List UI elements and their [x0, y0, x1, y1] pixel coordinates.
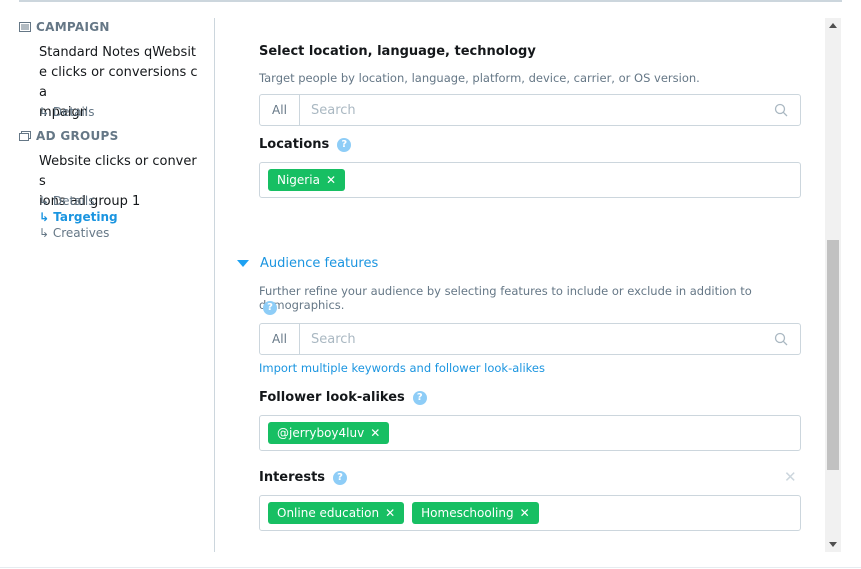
help-icon[interactable]: ?	[263, 301, 277, 315]
scroll-up-arrow-icon[interactable]	[829, 23, 837, 28]
location-tag: Nigeria ✕	[268, 169, 345, 191]
interests-label: Interests ?	[259, 470, 348, 485]
locations-label: Locations ?	[259, 137, 352, 152]
campaign-details-link[interactable]: ↳ Details	[39, 104, 94, 120]
interest-tag: Homeschooling ✕	[412, 502, 539, 524]
help-icon[interactable]: ?	[333, 470, 348, 485]
remove-tag-icon[interactable]: ✕	[520, 506, 530, 520]
interest-tag: Online education ✕	[268, 502, 405, 524]
help-icon[interactable]: ?	[337, 137, 352, 152]
remove-tag-icon[interactable]: ✕	[370, 426, 380, 440]
follower-tag: @jerryboy4luv ✕	[268, 422, 390, 444]
search-icon	[774, 103, 788, 117]
location-search-input[interactable]: Search	[300, 103, 774, 118]
campaign-heading-label: CAMPAIGN	[36, 20, 110, 34]
search-icon	[774, 332, 788, 346]
location-section-title: Select location, language, technology	[259, 44, 536, 59]
follower-lookalikes-label: Follower look-alikes ?	[259, 390, 427, 405]
remove-tag-icon[interactable]: ✕	[326, 173, 336, 187]
scrollbar-thumb[interactable]	[827, 240, 839, 470]
adgroup-creatives-link[interactable]: ↳ Creatives	[39, 225, 109, 241]
adgroups-heading: AD GROUPS	[19, 129, 119, 143]
interests-tag-field[interactable]: Online education ✕ Homeschooling ✕	[259, 495, 801, 531]
adgroup-details-link[interactable]: ↳ Details	[39, 193, 94, 209]
vertical-scrollbar[interactable]	[825, 18, 841, 552]
interests-label-text: Interests	[259, 470, 326, 485]
audience-search-scope[interactable]: All	[260, 324, 300, 354]
locations-tag-field[interactable]: Nigeria ✕	[259, 162, 801, 198]
adgroups-heading-label: AD GROUPS	[36, 129, 119, 143]
locations-label-text: Locations	[259, 137, 330, 152]
adgroup-name-line: Website clicks or convers	[39, 154, 197, 189]
targeting-panel: Select location, language, technology Ta…	[215, 0, 825, 569]
location-search-scope[interactable]: All	[260, 95, 300, 125]
import-keywords-link[interactable]: Import multiple keywords and follower lo…	[259, 361, 545, 375]
location-tag-label: Nigeria	[277, 173, 320, 187]
scroll-down-arrow-icon[interactable]	[829, 542, 837, 547]
caret-down-icon	[237, 260, 249, 267]
campaign-name-line: e clicks or conversions ca	[39, 65, 198, 100]
follower-tag-label: @jerryboy4luv	[277, 426, 365, 440]
audience-search-input[interactable]: Search	[300, 332, 774, 347]
clear-interests-icon[interactable]: ✕	[784, 468, 797, 486]
interest-tag-label: Homeschooling	[421, 506, 514, 520]
campaign-heading: CAMPAIGN	[19, 20, 110, 34]
location-section-description: Target people by location, language, pla…	[259, 71, 700, 85]
bottom-border	[0, 567, 861, 568]
follower-lookalikes-tag-field[interactable]: @jerryboy4luv ✕	[259, 415, 801, 451]
ad-groups-icon	[19, 131, 31, 141]
audience-description: Further refine your audience by selectin…	[259, 284, 752, 312]
audience-features-label: Audience features	[260, 256, 379, 271]
audience-search-box[interactable]: All Search	[259, 323, 801, 355]
remove-tag-icon[interactable]: ✕	[385, 506, 395, 520]
interest-tag-label: Online education	[277, 506, 380, 520]
adgroup-targeting-link[interactable]: ↳ Targeting	[39, 209, 118, 225]
location-search-box[interactable]: All Search	[259, 94, 801, 126]
sidebar-nav: CAMPAIGN Standard Notes qWebsit e clicks…	[0, 0, 214, 569]
follower-lookalikes-label-text: Follower look-alikes	[259, 390, 405, 405]
campaign-name-line: Standard Notes qWebsit	[39, 45, 197, 60]
help-icon[interactable]: ?	[412, 390, 427, 405]
campaign-icon	[19, 22, 31, 32]
audience-features-toggle[interactable]: Audience features	[237, 256, 378, 271]
